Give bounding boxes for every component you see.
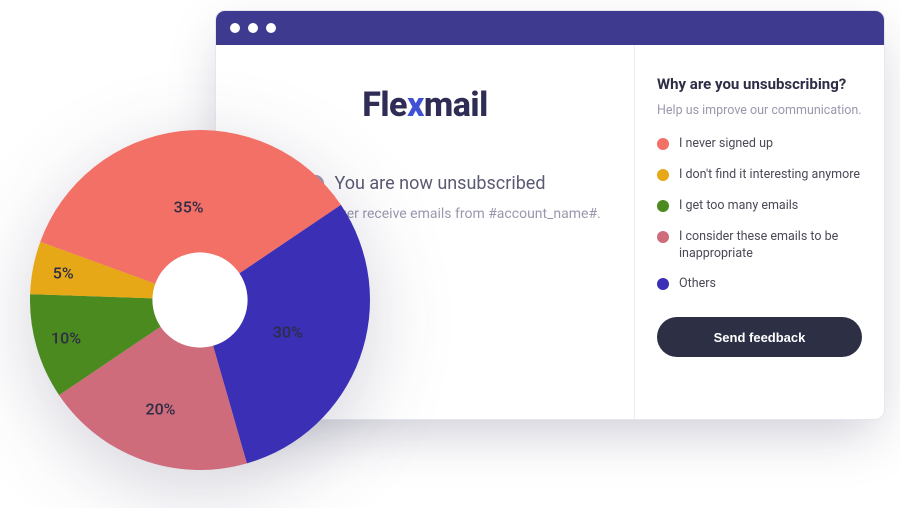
- window-dot-icon: [230, 23, 240, 33]
- option-label: I get too many emails: [679, 198, 798, 215]
- window-dot-icon: [266, 23, 276, 33]
- survey-option[interactable]: I consider these emails to be inappropri…: [657, 229, 862, 263]
- flexmail-logo: Flexmail: [362, 85, 488, 125]
- survey-subtitle: Help us improve our communication.: [657, 103, 862, 118]
- option-color-icon: [657, 169, 669, 181]
- donut-slice-label: 5%: [53, 264, 74, 283]
- survey-title: Why are you unsubscribing?: [657, 75, 862, 93]
- survey-option[interactable]: I don't find it interesting anymore: [657, 167, 862, 184]
- logo-text-post: mail: [424, 85, 488, 125]
- option-label: Others: [679, 276, 716, 293]
- donut-slice-label: 10%: [51, 329, 81, 348]
- survey-pane: Why are you unsubscribing? Help us impro…: [634, 45, 884, 419]
- option-label: I consider these emails to be inappropri…: [679, 229, 862, 263]
- donut-slice-label: 30%: [273, 322, 303, 341]
- survey-option[interactable]: Others: [657, 276, 862, 293]
- send-feedback-button[interactable]: Send feedback: [657, 317, 862, 357]
- option-label: I never signed up: [679, 136, 773, 153]
- donut-slice-label: 20%: [145, 399, 175, 418]
- donut-hole: [152, 252, 247, 347]
- logo-text-pre: Fle: [362, 85, 407, 125]
- option-color-icon: [657, 231, 669, 243]
- option-color-icon: [657, 138, 669, 150]
- window-dot-icon: [248, 23, 258, 33]
- logo-text-x: x: [407, 85, 424, 125]
- option-color-icon: [657, 200, 669, 212]
- survey-option[interactable]: I never signed up: [657, 136, 862, 153]
- window-titlebar: [216, 11, 884, 45]
- survey-option[interactable]: I get too many emails: [657, 198, 862, 215]
- donut-svg: [30, 130, 370, 470]
- donut-slice-label: 35%: [174, 198, 204, 217]
- option-label: I don't find it interesting anymore: [679, 167, 860, 184]
- survey-options: I never signed up I don't find it interes…: [657, 136, 862, 293]
- reasons-donut-chart: 35% 30% 20% 10% 5%: [30, 130, 370, 470]
- option-color-icon: [657, 278, 669, 290]
